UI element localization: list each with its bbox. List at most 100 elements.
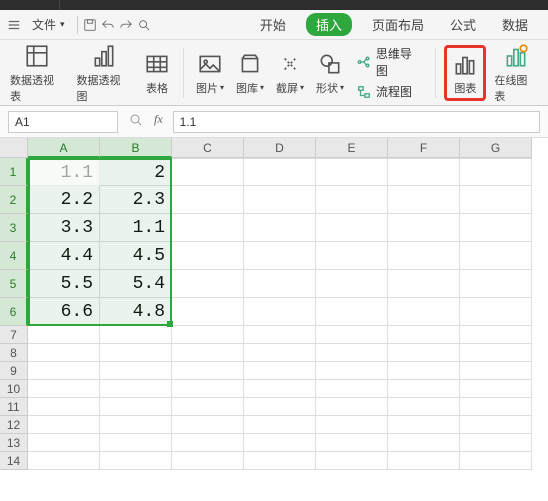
cell[interactable] — [100, 380, 172, 398]
hamburger-icon[interactable] — [6, 17, 22, 33]
tab-start[interactable]: 开始 — [254, 13, 292, 36]
cell[interactable] — [100, 452, 172, 470]
file-menu[interactable]: 文件▾ — [24, 12, 73, 37]
cell[interactable] — [460, 326, 532, 344]
col-head-E[interactable]: E — [316, 138, 388, 158]
cell[interactable] — [388, 344, 460, 362]
cell[interactable] — [28, 362, 100, 380]
cell[interactable] — [316, 326, 388, 344]
name-box[interactable]: A1 — [8, 111, 118, 133]
cell[interactable]: 5.4 — [100, 270, 172, 298]
online-chart-button[interactable]: 在线图表 — [490, 40, 542, 106]
cell[interactable] — [460, 298, 532, 326]
cell[interactable] — [316, 344, 388, 362]
col-head-A[interactable]: A — [28, 138, 100, 158]
row-head-4[interactable]: 4 — [0, 242, 28, 270]
cell[interactable] — [244, 416, 316, 434]
cell[interactable] — [28, 380, 100, 398]
save-icon[interactable] — [82, 17, 98, 33]
tab-insert[interactable]: 插入 — [306, 13, 352, 36]
cell[interactable] — [28, 452, 100, 470]
cell[interactable] — [460, 242, 532, 270]
row-head-12[interactable]: 12 — [0, 416, 28, 434]
row-head-1[interactable]: 1 — [0, 158, 28, 186]
cell[interactable] — [316, 270, 388, 298]
cell[interactable] — [316, 434, 388, 452]
cell[interactable] — [28, 344, 100, 362]
cell[interactable] — [172, 434, 244, 452]
cell[interactable] — [460, 398, 532, 416]
tab-formula[interactable]: 公式 — [444, 13, 482, 36]
cell[interactable] — [316, 242, 388, 270]
cell[interactable] — [28, 416, 100, 434]
cell[interactable] — [388, 398, 460, 416]
pivot-table-button[interactable]: 数据透视表 — [6, 40, 69, 106]
cell[interactable] — [388, 270, 460, 298]
cell[interactable]: 4.5 — [100, 242, 172, 270]
cell[interactable] — [172, 298, 244, 326]
cell[interactable]: 5.5 — [28, 270, 100, 298]
col-head-D[interactable]: D — [244, 138, 316, 158]
cell[interactable] — [388, 326, 460, 344]
table-button[interactable]: 表格 — [139, 48, 175, 98]
cell[interactable]: 1.1 — [28, 158, 100, 186]
search-icon[interactable] — [136, 17, 152, 33]
cell[interactable] — [316, 362, 388, 380]
select-all-corner[interactable] — [0, 138, 28, 158]
shapes-button[interactable]: 形状▾ — [312, 48, 348, 98]
cell[interactable] — [172, 344, 244, 362]
cell[interactable] — [244, 214, 316, 242]
cell[interactable] — [316, 416, 388, 434]
cell[interactable] — [172, 270, 244, 298]
row-head-14[interactable]: 14 — [0, 452, 28, 470]
cell[interactable] — [172, 242, 244, 270]
row-head-10[interactable]: 10 — [0, 380, 28, 398]
cell[interactable] — [100, 416, 172, 434]
cell[interactable] — [244, 186, 316, 214]
cell[interactable] — [316, 214, 388, 242]
cell[interactable] — [172, 214, 244, 242]
cell[interactable] — [388, 434, 460, 452]
spreadsheet-grid[interactable]: ABCDEFG 1234567891011121314 1.122.22.33.… — [0, 138, 548, 500]
cell[interactable]: 6.6 — [28, 298, 100, 326]
cell[interactable] — [28, 434, 100, 452]
cell[interactable] — [172, 380, 244, 398]
cell[interactable] — [388, 214, 460, 242]
row-head-13[interactable]: 13 — [0, 434, 28, 452]
row-head-9[interactable]: 9 — [0, 362, 28, 380]
cell[interactable]: 2 — [100, 158, 172, 186]
screenshot-button[interactable]: 截屏▾ — [272, 48, 308, 98]
cell[interactable]: 4.4 — [28, 242, 100, 270]
cell[interactable]: 4.8 — [100, 298, 172, 326]
cell[interactable] — [388, 416, 460, 434]
tab-layout[interactable]: 页面布局 — [366, 13, 430, 36]
redo-icon[interactable] — [118, 17, 134, 33]
col-head-F[interactable]: F — [388, 138, 460, 158]
cell[interactable] — [100, 398, 172, 416]
cell[interactable] — [388, 186, 460, 214]
cell[interactable] — [172, 186, 244, 214]
cell[interactable] — [388, 242, 460, 270]
cell[interactable] — [388, 298, 460, 326]
cell[interactable] — [244, 298, 316, 326]
cell[interactable] — [388, 158, 460, 186]
cell[interactable] — [100, 434, 172, 452]
cell[interactable]: 3.3 — [28, 214, 100, 242]
cell[interactable] — [172, 326, 244, 344]
cell[interactable] — [172, 362, 244, 380]
cell[interactable] — [172, 398, 244, 416]
row-head-6[interactable]: 6 — [0, 298, 28, 326]
formula-bar[interactable]: 1.1 — [173, 111, 540, 133]
row-head-7[interactable]: 7 — [0, 326, 28, 344]
cell[interactable] — [460, 158, 532, 186]
cell[interactable] — [244, 380, 316, 398]
cell[interactable] — [244, 434, 316, 452]
cell[interactable] — [244, 344, 316, 362]
cell[interactable]: 2.2 — [28, 186, 100, 214]
zoom-icon[interactable] — [128, 112, 144, 131]
cell[interactable] — [460, 270, 532, 298]
pivot-chart-button[interactable]: 数据透视图 — [73, 40, 136, 106]
col-head-B[interactable]: B — [100, 138, 172, 158]
row-head-2[interactable]: 2 — [0, 186, 28, 214]
gallery-button[interactable]: 图库▾ — [232, 48, 268, 98]
